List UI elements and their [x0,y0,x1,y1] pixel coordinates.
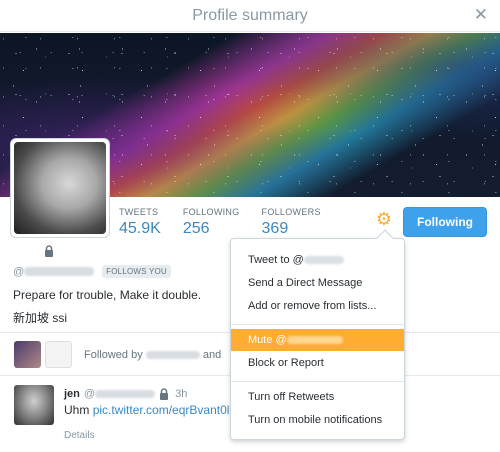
profile-handle-row: @ FOLLOWS YOU [13,265,171,278]
menu-item-mute[interactable]: Mute @ [231,329,404,351]
tweet-timestamp[interactable]: 3h [175,388,187,400]
lock-icon [45,245,53,257]
profile-stats: TWEETS 45.9K FOLLOWING 256 FOLLOWERS 369 [119,207,343,238]
profile-location: 新加坡 ssi [13,311,68,325]
menu-divider [231,324,404,325]
menu-item-retweets[interactable]: Turn off Retweets [231,386,404,408]
menu-item-label: Mute @ [248,334,287,346]
menu-divider [231,381,404,382]
redacted-handle [24,267,95,276]
lock-icon [160,388,169,400]
close-icon[interactable]: ✕ [474,6,488,24]
following-button[interactable]: Following [403,207,487,237]
stat-label: FOLLOWING [182,207,240,217]
stat-value: 45.9K [119,220,161,237]
menu-item-label: Tweet to @ [248,254,304,266]
dropdown-caret [376,229,394,247]
stat-label: TWEETS [119,207,159,217]
profile-summary-modal: Profile summary ✕ TWEETS 45.9K FOLLOWING… [0,0,500,452]
modal-header: Profile summary ✕ [0,0,500,32]
menu-item-mobile-notifications[interactable]: Turn on mobile notifications [231,409,404,431]
tweet-avatar[interactable] [14,385,54,425]
redacted-handle [303,256,344,265]
followed-by-suffix: and [202,349,222,361]
stat-followers[interactable]: FOLLOWERS 369 [262,207,321,238]
menu-item-block-report[interactable]: Block or Report [231,352,404,374]
follower-avatar[interactable] [14,341,41,368]
follower-avatar[interactable] [45,341,72,368]
redacted-follower-name [145,351,200,360]
tweet-author-name[interactable]: jen [64,388,80,400]
gear-icon[interactable]: ⚙ [375,210,393,228]
followed-by-prefix: Followed by [84,349,143,361]
followed-by-text: Followed by and [84,349,221,361]
profile-avatar-image [14,142,106,234]
tweet-header: jen @ 3h [64,388,187,400]
stat-following[interactable]: FOLLOWING 256 [183,207,240,238]
modal-title: Profile summary [192,7,308,24]
tweet-body: Uhm [64,403,90,417]
profile-avatar[interactable] [10,138,110,238]
redacted-handle [286,336,343,345]
profile-bio: Prepare for trouble, Make it double. [13,288,202,302]
user-actions-dropdown: Tweet to @ Send a Direct Message Add or … [230,229,405,440]
stat-tweets[interactable]: TWEETS 45.9K [119,207,161,238]
stat-label: FOLLOWERS [261,207,321,217]
menu-item-send-dm[interactable]: Send a Direct Message [231,272,404,294]
follows-you-badge: FOLLOWS YOU [102,265,171,278]
menu-item-lists[interactable]: Add or remove from lists... [231,295,404,317]
tweet-handle-at: @ [83,388,96,400]
menu-item-tweet-to[interactable]: Tweet to @ [231,249,404,271]
tweet-text: Uhm pic.twitter.com/eqrBvant0l [64,403,229,417]
stat-value: 256 [182,220,210,237]
redacted-tweet-handle [95,390,156,398]
tweet-link[interactable]: pic.twitter.com/eqrBvant0l [93,403,230,417]
tweet-details-link[interactable]: Details [64,430,95,441]
handle-at: @ [13,265,25,278]
stat-value: 369 [261,220,289,237]
